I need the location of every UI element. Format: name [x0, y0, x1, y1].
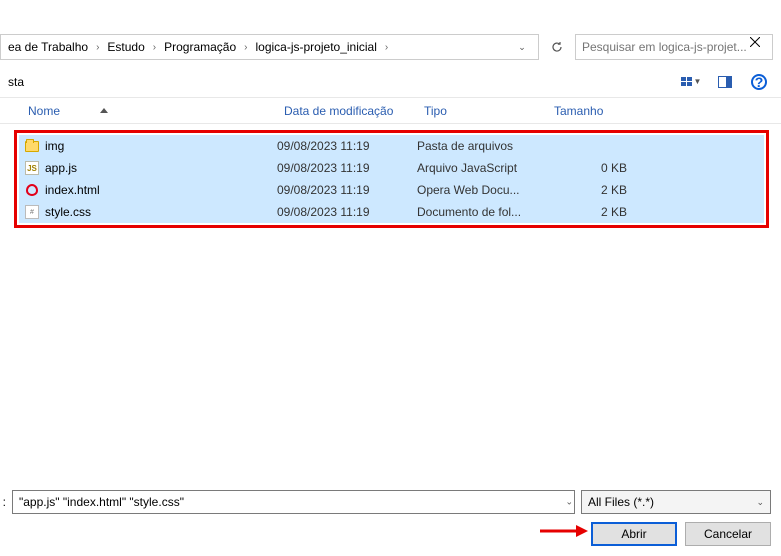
- file-date: 09/08/2023 11:19: [277, 139, 417, 153]
- close-button[interactable]: [739, 32, 771, 52]
- breadcrumb-item[interactable]: Programação: [161, 40, 239, 54]
- file-name: app.js: [41, 161, 277, 175]
- breadcrumb-item[interactable]: Estudo: [104, 40, 147, 54]
- dropdown-history-icon[interactable]: ⌄: [510, 35, 534, 59]
- button-row: Abrir Cancelar: [0, 522, 771, 546]
- file-date: 09/08/2023 11:19: [277, 161, 417, 175]
- file-list-area: img09/08/2023 11:19Pasta de arquivosJSap…: [0, 124, 781, 234]
- file-date: 09/08/2023 11:19: [277, 183, 417, 197]
- filter-label: All Files (*.*): [588, 495, 654, 509]
- file-name: img: [41, 139, 277, 153]
- file-type: Documento de fol...: [417, 205, 547, 219]
- breadcrumb[interactable]: ea de Trabalho› Estudo› Programação› log…: [0, 34, 539, 60]
- column-header-type[interactable]: Tipo: [416, 98, 546, 123]
- filename-label: :: [0, 495, 6, 509]
- filename-row: : ⌄ All Files (*.*) ⌄: [0, 490, 771, 514]
- filename-input[interactable]: [12, 490, 575, 514]
- js-file-icon: JS: [25, 161, 39, 175]
- column-headers: Nome Data de modificação Tipo Tamanho: [0, 98, 781, 124]
- chevron-right-icon[interactable]: ›: [93, 42, 102, 53]
- file-size: 0 KB: [547, 161, 637, 175]
- chevron-right-icon[interactable]: ›: [241, 42, 250, 53]
- refresh-button[interactable]: [545, 35, 569, 59]
- breadcrumb-item[interactable]: ea de Trabalho: [5, 40, 91, 54]
- file-type-filter[interactable]: All Files (*.*) ⌄: [581, 490, 771, 514]
- file-row[interactable]: index.html09/08/2023 11:19Opera Web Docu…: [19, 179, 764, 201]
- pane-icon: [718, 76, 732, 88]
- toolbar: sta ▼ ?: [0, 66, 781, 98]
- help-button[interactable]: ?: [745, 70, 773, 94]
- view-options-button[interactable]: ▼: [677, 70, 705, 94]
- chevron-down-icon: ▼: [694, 77, 702, 86]
- file-date: 09/08/2023 11:19: [277, 205, 417, 219]
- file-row[interactable]: img09/08/2023 11:19Pasta de arquivos: [19, 135, 764, 157]
- file-row[interactable]: JSapp.js09/08/2023 11:19Arquivo JavaScri…: [19, 157, 764, 179]
- file-type: Opera Web Docu...: [417, 183, 547, 197]
- file-name: index.html: [41, 183, 277, 197]
- breadcrumb-item[interactable]: logica-js-projeto_inicial: [253, 40, 380, 54]
- annotation-arrow: [538, 521, 588, 544]
- folder-icon: [25, 141, 39, 152]
- cancel-button[interactable]: Cancelar: [685, 522, 771, 546]
- file-size: 2 KB: [547, 205, 637, 219]
- organize-label[interactable]: sta: [8, 75, 24, 89]
- file-size: 2 KB: [547, 183, 637, 197]
- file-type: Arquivo JavaScript: [417, 161, 547, 175]
- column-header-date[interactable]: Data de modificação: [276, 98, 416, 123]
- preview-pane-button[interactable]: [711, 70, 739, 94]
- file-type: Pasta de arquivos: [417, 139, 547, 153]
- open-button[interactable]: Abrir: [591, 522, 677, 546]
- dialog-footer: : ⌄ All Files (*.*) ⌄ Abrir Cancelar: [0, 484, 781, 556]
- annotation-highlight: img09/08/2023 11:19Pasta de arquivosJSap…: [14, 130, 769, 228]
- tiles-icon: [681, 77, 692, 86]
- chevron-right-icon[interactable]: ›: [382, 42, 391, 53]
- address-bar-row: ea de Trabalho› Estudo› Programação› log…: [0, 28, 781, 66]
- column-header-size[interactable]: Tamanho: [546, 98, 646, 123]
- css-file-icon: #: [25, 205, 39, 219]
- file-row[interactable]: #style.css09/08/2023 11:19Documento de f…: [19, 201, 764, 223]
- filename-dropdown-icon[interactable]: ⌄: [565, 497, 573, 508]
- help-icon: ?: [751, 74, 767, 90]
- column-header-name[interactable]: Nome: [20, 98, 276, 123]
- file-name: style.css: [41, 205, 277, 219]
- chevron-right-icon[interactable]: ›: [150, 42, 159, 53]
- chevron-down-icon: ⌄: [756, 497, 764, 508]
- opera-icon: [26, 184, 38, 196]
